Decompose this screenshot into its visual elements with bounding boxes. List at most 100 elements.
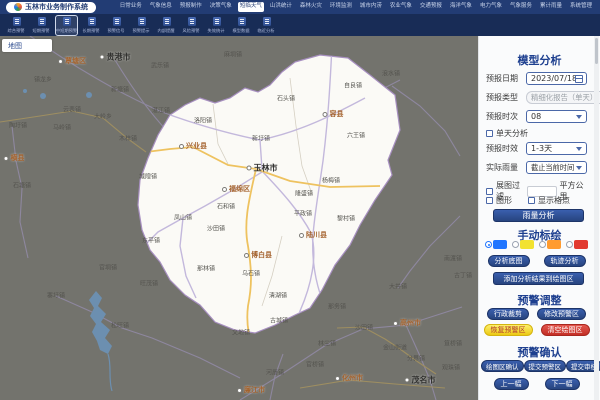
calendar-icon[interactable] bbox=[575, 75, 583, 83]
menu-item[interactable]: 森林火灾 bbox=[298, 2, 324, 12]
plot-color-option[interactable] bbox=[566, 240, 588, 249]
map-place-label: 松旺镇 bbox=[111, 321, 129, 330]
plot-color-option[interactable] bbox=[485, 240, 507, 249]
menu-item[interactable]: 山洪统计 bbox=[268, 2, 294, 12]
app-title: 玉林市业务制作系统 bbox=[25, 2, 88, 12]
toolbar-item[interactable]: 短期预警 bbox=[30, 15, 53, 36]
map-canvas[interactable]: 贵港市玉林市茂名市覃塘区横县兴业县容县福绵区陆川县博白县高州市化州市廉江市麻垌镇… bbox=[0, 36, 478, 400]
color-radio[interactable] bbox=[485, 241, 492, 248]
toolbar-item[interactable]: 预警信号 bbox=[105, 15, 128, 36]
prev-frame-button[interactable]: 上一幅 bbox=[494, 378, 529, 390]
single-day-label: 单天分析 bbox=[496, 128, 528, 139]
rain-analysis-button[interactable]: 雨量分析 bbox=[493, 209, 584, 222]
map-place-label: 容县 bbox=[323, 109, 344, 119]
map-place-label: 古丁镇 bbox=[454, 271, 472, 280]
warning-confirm-title: 预警确认 bbox=[479, 344, 600, 360]
forecast-time-select[interactable]: 08 bbox=[526, 110, 587, 123]
map-place-label: 横县 bbox=[4, 153, 25, 163]
color-swatch bbox=[520, 240, 534, 249]
menu-item[interactable]: 农业气象 bbox=[388, 2, 414, 12]
map-place-label: 南渡镇 bbox=[444, 254, 462, 263]
chevron-down-icon bbox=[576, 115, 582, 119]
toolbar-item[interactable]: 长期预警 bbox=[80, 15, 103, 36]
restore-warning-button[interactable]: 恢复预警区 bbox=[484, 324, 533, 336]
map-place-label: 城隍镇 bbox=[139, 172, 157, 181]
next-frame-button[interactable]: 下一幅 bbox=[545, 378, 580, 390]
document-icon bbox=[238, 17, 246, 26]
area-confirm-button[interactable]: 绘图区确认 bbox=[481, 360, 524, 372]
color-radio[interactable] bbox=[566, 241, 573, 248]
toolbar-item[interactable]: 模型数据 bbox=[230, 15, 253, 36]
menu-item[interactable]: 预报制作 bbox=[178, 2, 204, 12]
toolbar-item[interactable]: 综合预警 bbox=[5, 15, 28, 36]
toolbar-item[interactable]: 内部提醒 bbox=[155, 15, 178, 36]
submit-warning-button[interactable]: 提交预警区 bbox=[524, 360, 567, 372]
document-icon bbox=[13, 17, 21, 26]
color-swatch bbox=[547, 240, 561, 249]
graph-label: 图形 bbox=[496, 195, 528, 206]
forecast-date-input[interactable]: 2023/07/18 bbox=[526, 72, 587, 85]
menu-item[interactable]: 决策气象 bbox=[208, 2, 234, 12]
toolbar-item[interactable]: 风险预警 bbox=[180, 15, 203, 36]
map-layer-tab[interactable]: 地图 bbox=[2, 39, 52, 52]
map-place-label: 高州市 bbox=[393, 318, 421, 328]
color-radio[interactable] bbox=[512, 241, 519, 248]
menu-item[interactable]: 短临天气 bbox=[238, 2, 264, 12]
menu-item[interactable]: 电力气象 bbox=[478, 2, 504, 12]
map-place-label: 凤山镇 bbox=[174, 213, 192, 222]
toolbar-item-label: 中短期预警 bbox=[56, 28, 77, 34]
forecast-period-value: 1-3天 bbox=[531, 143, 552, 154]
forecast-time-label: 预报时次 bbox=[486, 111, 526, 122]
graph-checkbox[interactable] bbox=[486, 197, 493, 204]
map-place-label: 那务镇 bbox=[328, 302, 346, 311]
menu-item[interactable]: 系统管理 bbox=[568, 2, 594, 12]
plot-color-option[interactable] bbox=[539, 240, 561, 249]
map-place-label: 石和镇 bbox=[217, 202, 235, 211]
toolbar-item-label: 预警信号 bbox=[108, 28, 125, 34]
chevron-down-icon bbox=[576, 147, 582, 151]
map-place-label: 镇龙乡 bbox=[34, 75, 52, 84]
plot-color-option[interactable] bbox=[512, 240, 534, 249]
menu-item[interactable]: 交通预报 bbox=[418, 2, 444, 12]
menu-item[interactable]: 日常业务 bbox=[118, 2, 144, 12]
app-window: 玉林市业务制作系统 日常业务气象信息预报制作决策气象短临天气山洪统计森林火灾环境… bbox=[0, 0, 600, 400]
sidebar-scrollbar[interactable] bbox=[594, 36, 599, 400]
menu-item[interactable]: 海洋气象 bbox=[448, 2, 474, 12]
toolbar-item-label: 短期预警 bbox=[33, 28, 50, 34]
color-radio[interactable] bbox=[539, 241, 546, 248]
area-filter-checkbox[interactable] bbox=[486, 188, 493, 195]
actual-rain-select[interactable]: 截止当前时间 bbox=[526, 161, 587, 174]
toolbar-item[interactable]: 预警提示 bbox=[130, 15, 153, 36]
scrollbar-thumb[interactable] bbox=[595, 38, 598, 64]
map-place-label: 石塘镇 bbox=[13, 181, 31, 190]
add-result-button[interactable]: 添加分析结果到绘图区 bbox=[493, 272, 584, 285]
menu-item[interactable]: 累计雨量 bbox=[538, 2, 564, 12]
top-menubar: 玉林市业务制作系统 日常业务气象信息预报制作决策气象短临天气山洪统计森林火灾环境… bbox=[0, 0, 600, 14]
menu-item[interactable]: 环境监测 bbox=[328, 2, 354, 12]
menu-item[interactable]: 城市内涝 bbox=[358, 2, 384, 12]
map-place-label: 浪水镇 bbox=[382, 69, 400, 78]
toolbar-item[interactable]: 临近分析 bbox=[255, 15, 278, 36]
menu-item[interactable]: 气象信息 bbox=[148, 2, 174, 12]
modify-warning-button[interactable]: 修改预警区 bbox=[537, 308, 586, 320]
analysis-panel: 模型分析 预报日期 2023/07/18 预报类型 精细化报告（单天） 预报时次… bbox=[478, 36, 600, 400]
map-place-label: 文地镇 bbox=[232, 328, 250, 337]
map-place-label: 陆川县 bbox=[299, 230, 327, 240]
base-map-button[interactable]: 分析底图 bbox=[488, 255, 530, 267]
toolbar-item[interactable]: 中短期预警 bbox=[55, 15, 78, 36]
toolbar-item[interactable]: 失效统计 bbox=[205, 15, 228, 36]
map-place-label: 沙田镇 bbox=[355, 323, 373, 332]
single-day-checkbox[interactable] bbox=[486, 130, 493, 137]
forecast-period-select[interactable]: 1-3天 bbox=[526, 142, 587, 155]
menu-item[interactable]: 气象服务 bbox=[508, 2, 534, 12]
track-analysis-button[interactable]: 轨迹分析 bbox=[544, 255, 586, 267]
admin-clip-button[interactable]: 行政裁剪 bbox=[487, 308, 529, 320]
document-icon bbox=[263, 17, 271, 26]
map-place-label: 金山街道 bbox=[383, 343, 407, 352]
show-grid-checkbox[interactable] bbox=[528, 197, 535, 204]
clear-draw-button[interactable]: 清空绘图区 bbox=[541, 324, 590, 336]
toolbar-item-label: 临近分析 bbox=[258, 28, 275, 34]
map-place-label: 化州市 bbox=[335, 373, 363, 383]
toolbar-item-label: 失效统计 bbox=[208, 28, 225, 34]
map-place-label: 隆盛镇 bbox=[295, 189, 313, 198]
